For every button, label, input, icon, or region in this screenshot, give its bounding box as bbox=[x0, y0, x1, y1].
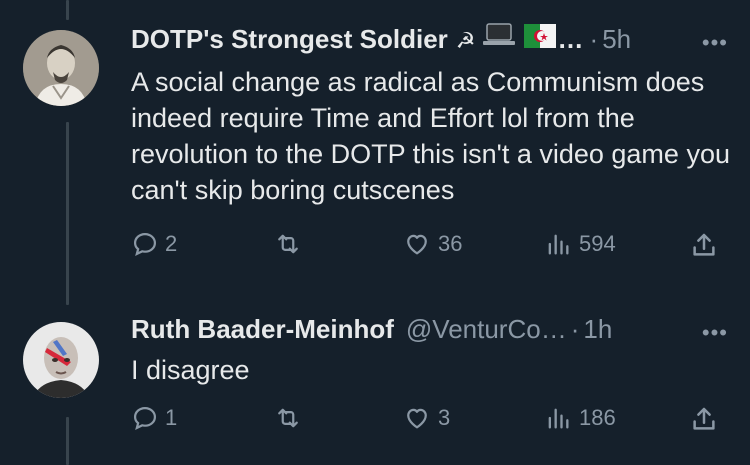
views-button[interactable]: 594 bbox=[543, 230, 616, 258]
tweet-text: A social change as radical as Communism … bbox=[131, 67, 730, 205]
tweet-header: DOTP's Strongest Soldier ☭ … · 5h bbox=[131, 22, 631, 57]
like-button[interactable]: 3 bbox=[402, 404, 450, 432]
reply-button[interactable]: 2 bbox=[131, 230, 177, 258]
tweet-actions: 1 3 186 bbox=[131, 404, 731, 438]
retweet-arrows-icon bbox=[278, 234, 298, 254]
tweet-header: Ruth Baader-Meinhof @VenturCo… · 1h bbox=[131, 313, 612, 345]
algeria-flag-icon bbox=[523, 23, 556, 55]
share-button[interactable] bbox=[689, 230, 719, 260]
speech-bubble-icon bbox=[133, 406, 157, 430]
speech-bubble-icon bbox=[133, 232, 157, 256]
view-count: 594 bbox=[579, 231, 616, 256]
reply-button[interactable]: 1 bbox=[131, 404, 177, 432]
separator-dot: · bbox=[589, 24, 599, 54]
display-name[interactable]: Ruth Baader-Meinhof bbox=[131, 313, 394, 345]
hammer-sickle-icon: ☭ bbox=[455, 28, 476, 53]
display-name[interactable]: DOTP's Strongest Soldier bbox=[131, 23, 448, 55]
reply-count: 2 bbox=[165, 231, 178, 256]
more-options-icon[interactable]: ••• bbox=[702, 30, 728, 56]
reply-count: 1 bbox=[165, 405, 178, 430]
tweet-text: I disagree bbox=[131, 355, 250, 385]
thread-line bbox=[66, 122, 69, 305]
thread-line bbox=[66, 417, 69, 465]
tweet-actions: 2 36 594 bbox=[131, 230, 731, 264]
like-count: 3 bbox=[438, 405, 451, 430]
like-count: 36 bbox=[438, 231, 463, 256]
share-upload-icon bbox=[693, 233, 715, 256]
retweet-button[interactable] bbox=[273, 230, 309, 258]
retweet-arrows-icon bbox=[278, 408, 298, 428]
views-button[interactable]: 186 bbox=[543, 404, 616, 432]
like-button[interactable]: 36 bbox=[402, 230, 462, 258]
bar-chart-icon bbox=[548, 408, 569, 429]
share-upload-icon bbox=[693, 407, 715, 430]
heart-icon bbox=[407, 234, 427, 255]
timestamp[interactable]: 1h bbox=[583, 313, 612, 345]
more-options-icon[interactable]: ••• bbox=[702, 320, 728, 346]
name-truncation: … bbox=[557, 24, 584, 54]
view-count: 186 bbox=[579, 405, 616, 430]
share-button[interactable] bbox=[689, 404, 719, 434]
separator-dot: · bbox=[570, 314, 580, 344]
heart-icon bbox=[407, 408, 427, 429]
avatar[interactable] bbox=[23, 30, 99, 106]
retweet-button[interactable] bbox=[273, 404, 309, 432]
laptop-icon bbox=[482, 22, 516, 55]
timestamp[interactable]: 5h bbox=[602, 23, 631, 55]
thread-line bbox=[66, 0, 69, 20]
avatar-portrait-icon bbox=[23, 30, 99, 106]
avatar-portrait-icon bbox=[23, 322, 99, 398]
bar-chart-icon bbox=[548, 234, 569, 255]
user-handle[interactable]: @VenturCo… bbox=[406, 313, 567, 345]
avatar[interactable] bbox=[23, 322, 99, 398]
